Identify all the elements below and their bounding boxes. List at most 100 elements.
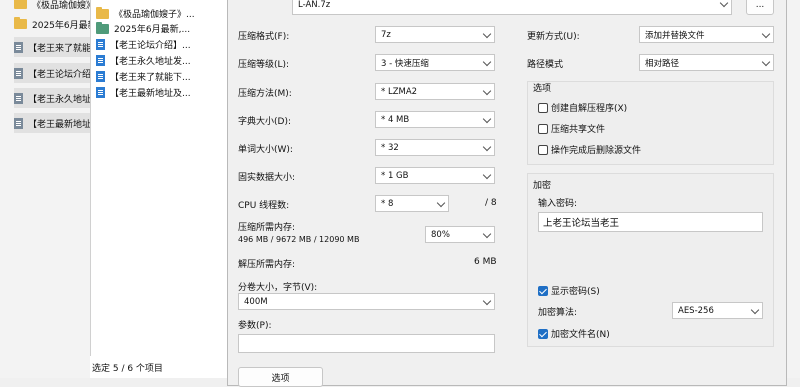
word-label: 单词大小(W): bbox=[238, 145, 293, 155]
document-icon bbox=[14, 41, 23, 53]
chevron-down-icon bbox=[482, 142, 492, 152]
list-item-label: 【老王最新地址及... bbox=[110, 89, 191, 99]
browse-label: ... bbox=[755, 0, 765, 10]
mem-value: 80% bbox=[431, 229, 450, 240]
password-input[interactable]: 上老王论坛当老王 bbox=[538, 212, 763, 232]
decomp-label: 解压所需内存: bbox=[238, 260, 296, 270]
list-item-label: 【老王论坛介绍】... bbox=[110, 41, 191, 51]
enc-method-label: 加密算法: bbox=[538, 308, 578, 318]
checkbox-checked-icon bbox=[538, 285, 548, 296]
mem-select[interactable]: 80% bbox=[425, 226, 495, 243]
solid-select[interactable]: * 1 GB bbox=[375, 167, 495, 184]
document-icon bbox=[14, 67, 23, 79]
document-icon bbox=[96, 87, 105, 98]
encrypt-names-label: 加密文件名(N) bbox=[551, 330, 610, 340]
options-button-label: 选项 bbox=[271, 373, 290, 384]
show-password-checkbox[interactable]: 显示密码(S) bbox=[538, 284, 600, 297]
solid-value: * 1 GB bbox=[381, 170, 409, 181]
document-icon bbox=[14, 92, 23, 104]
shared-checkbox[interactable]: 压缩共享文件 bbox=[538, 122, 605, 135]
mem-detail: 496 MB / 9672 MB / 12090 MB bbox=[238, 235, 360, 244]
chevron-down-icon bbox=[750, 305, 760, 315]
mem-label: 压缩所需内存: bbox=[238, 223, 296, 233]
list-item-label: 【老王最新地址 bbox=[28, 119, 90, 130]
word-select[interactable]: * 32 bbox=[375, 139, 495, 156]
format-select[interactable]: 7z bbox=[375, 26, 495, 43]
list-item[interactable]: 【老王最新地址 bbox=[14, 113, 90, 133]
checkbox-checked-icon bbox=[538, 328, 548, 339]
path-select[interactable]: 相对路径 bbox=[639, 54, 774, 71]
list-item-label: 《极品瑜伽嫂》 bbox=[32, 0, 90, 11]
chevron-down-icon bbox=[482, 86, 492, 96]
encryption-group-title: 加密 bbox=[533, 181, 552, 191]
sfx-checkbox[interactable]: 创建自解压程序(X) bbox=[538, 101, 627, 114]
dict-label: 字典大小(D): bbox=[238, 117, 291, 127]
chevron-down-icon bbox=[482, 114, 492, 124]
list-item[interactable]: 【老王永久地址发... bbox=[96, 53, 226, 68]
cpu-max: / 8 bbox=[485, 198, 497, 208]
password-label: 输入密码: bbox=[538, 199, 578, 209]
status-text: 选定 5 / 6 个项目 bbox=[92, 363, 163, 374]
archive-name-value: L-AN.7z bbox=[298, 0, 331, 10]
chevron-down-icon bbox=[482, 57, 492, 67]
method-select[interactable]: * LZMA2 bbox=[375, 83, 495, 100]
decomp-value: 6 MB bbox=[474, 257, 497, 267]
archive-name-field[interactable]: L-AN.7z bbox=[292, 0, 732, 15]
word-value: * 32 bbox=[381, 142, 399, 153]
enc-method-value: AES-256 bbox=[678, 305, 714, 316]
list-item[interactable]: 2025年6月最新 bbox=[14, 14, 90, 34]
list-item[interactable]: 【老王最新地址及... bbox=[96, 85, 226, 100]
level-label: 压缩等级(L): bbox=[238, 60, 290, 70]
chevron-down-icon bbox=[761, 29, 771, 39]
path-label: 路径模式 bbox=[527, 60, 564, 70]
document-icon bbox=[96, 39, 105, 50]
volume-select[interactable]: 400M bbox=[238, 293, 495, 310]
show-password-label: 显示密码(S) bbox=[551, 287, 600, 297]
cpu-select[interactable]: * 8 bbox=[375, 195, 449, 212]
list-item[interactable]: 【老王来了就能下... bbox=[96, 69, 226, 84]
chevron-down-icon bbox=[482, 229, 492, 239]
document-icon bbox=[96, 55, 105, 66]
method-value: * LZMA2 bbox=[381, 86, 418, 97]
list-item[interactable]: 【老王论坛介绍】... bbox=[96, 37, 226, 52]
list-item[interactable]: 2025年6月最新,... bbox=[96, 21, 226, 36]
format-label: 压缩格式(F): bbox=[238, 32, 290, 42]
document-icon bbox=[96, 71, 105, 82]
list-item[interactable]: 《极品瑜伽嫂》 bbox=[14, 0, 90, 14]
folder-icon bbox=[14, 0, 27, 9]
update-label: 更新方式(U): bbox=[527, 32, 580, 42]
browse-button[interactable]: ... bbox=[746, 0, 774, 15]
list-item-label: 《极品瑜伽嫂子》... bbox=[114, 10, 195, 20]
delete-checkbox[interactable]: 操作完成后删除源文件 bbox=[538, 143, 641, 156]
list-item[interactable]: 【老王永久地址 bbox=[14, 88, 90, 108]
options-button[interactable]: 选项 bbox=[238, 367, 323, 387]
chevron-down-icon bbox=[436, 198, 446, 208]
list-item[interactable]: 【老王论坛介绍 bbox=[14, 63, 90, 83]
encrypt-names-checkbox[interactable]: 加密文件名(N) bbox=[538, 327, 610, 340]
password-value: 上老王论坛当老王 bbox=[543, 218, 620, 229]
dict-select[interactable]: * 4 MB bbox=[375, 111, 495, 128]
list-item[interactable]: 【老王来了就能 bbox=[14, 37, 90, 57]
status-bar: 选定 5 / 6 个项目 bbox=[90, 356, 229, 378]
chevron-down-icon bbox=[482, 170, 492, 180]
format-value: 7z bbox=[381, 29, 391, 40]
volume-label: 分卷大小，字节(V): bbox=[238, 283, 318, 293]
method-label: 压缩方法(M): bbox=[238, 89, 292, 99]
update-select[interactable]: 添加并替换文件 bbox=[639, 26, 774, 43]
file-list-pane: 《极品瑜伽嫂子》... 2025年6月最新,... 【老王论坛介绍】... 【老… bbox=[90, 0, 228, 356]
cpu-label: CPU 线程数: bbox=[238, 201, 290, 211]
list-item-label: 2025年6月最新 bbox=[32, 20, 90, 31]
enc-method-select[interactable]: AES-256 bbox=[672, 302, 763, 319]
folder-icon bbox=[96, 6, 109, 19]
params-label: 参数(P): bbox=[238, 321, 272, 331]
params-input[interactable] bbox=[238, 334, 495, 353]
options-group-title: 选项 bbox=[533, 84, 552, 94]
list-item-label: 【老王永久地址 bbox=[28, 94, 90, 105]
checkbox-box bbox=[538, 123, 548, 134]
update-value: 添加并替换文件 bbox=[645, 30, 705, 41]
dict-value: * 4 MB bbox=[381, 114, 410, 125]
list-item[interactable]: 《极品瑜伽嫂子》... bbox=[96, 6, 226, 21]
delete-label: 操作完成后删除源文件 bbox=[551, 146, 642, 156]
path-value: 相对路径 bbox=[645, 58, 680, 69]
level-select[interactable]: 3 - 快速压缩 bbox=[375, 54, 495, 71]
